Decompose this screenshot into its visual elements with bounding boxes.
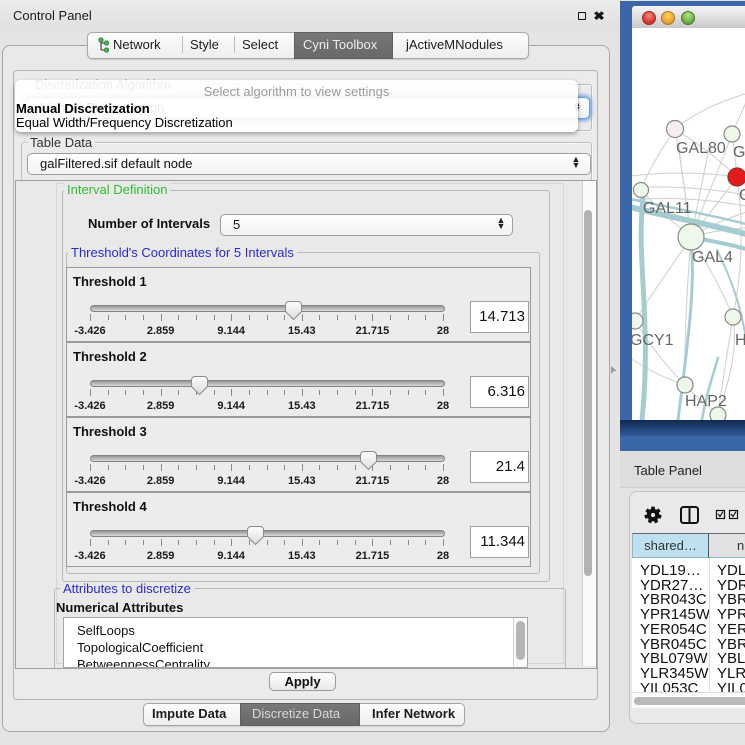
svg-text:GAL4: GAL4 xyxy=(692,249,733,266)
svg-text:GAL11: GAL11 xyxy=(643,200,692,217)
svg-text:CA: CA xyxy=(739,187,745,204)
svg-text:HAP2: HAP2 xyxy=(685,393,727,410)
svg-text:HA: HA xyxy=(735,332,745,349)
svg-text:GAL80: GAL80 xyxy=(676,140,726,157)
svg-text:GA: GA xyxy=(733,144,745,161)
svg-text:GCY1: GCY1 xyxy=(632,332,674,349)
